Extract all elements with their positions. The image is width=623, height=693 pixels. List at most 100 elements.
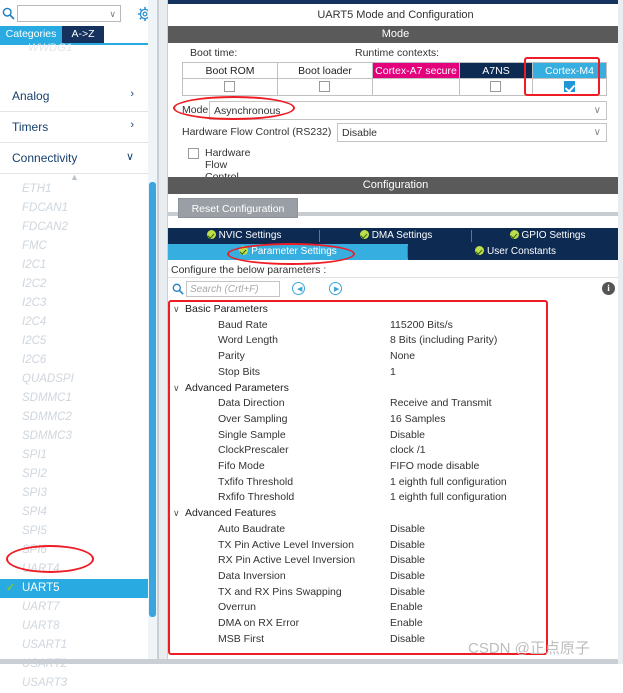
nav-next-glyph: ▶ xyxy=(334,286,340,293)
tab-categories[interactable]: Categories xyxy=(0,26,62,43)
peripheral-label: SPI2 xyxy=(22,468,47,480)
tab-label: DMA Settings xyxy=(371,230,433,241)
peripheral-item-sdmmc3[interactable]: SDMMC3 xyxy=(0,427,150,446)
hw-flow-rs232-select[interactable]: Disable ∨ xyxy=(337,123,607,142)
category-connectivity[interactable]: Connectivity ∨ xyxy=(0,143,150,174)
peripheral-item-sdmmc1[interactable]: SDMMC1 xyxy=(0,389,150,408)
context-column-a7ns: A7NS xyxy=(460,63,533,95)
context-column-cortex-a7-secure: Cortex-A7 secure xyxy=(373,63,460,95)
chevron-right-icon: › xyxy=(130,88,134,100)
search-icon xyxy=(2,7,15,20)
hw-flow-rs232-row: Hardware Flow Control (RS232) Disable ∨ xyxy=(182,123,607,142)
category-analog[interactable]: Analog › xyxy=(0,81,150,112)
peripheral-item-i2c3[interactable]: I2C3 xyxy=(0,294,150,313)
sidebar-tabs: Categories A->Z xyxy=(0,26,158,43)
peripheral-item-spi2[interactable]: SPI2 xyxy=(0,465,150,484)
settings-tabs-row-1: NVIC Settings DMA Settings GPIO Settings xyxy=(168,228,623,244)
peripheral-label: FDCAN1 xyxy=(22,202,69,214)
context-checkbox-boot-rom[interactable] xyxy=(224,81,235,92)
peripheral-label: UART8 xyxy=(22,620,60,632)
context-header: Boot loader xyxy=(278,63,372,79)
context-cell xyxy=(460,79,532,95)
peripheral-item-usart1[interactable]: USART1 xyxy=(0,636,150,655)
peripheral-item-i2c5[interactable]: I2C5 xyxy=(0,332,150,351)
hw-flow-rs485-checkbox[interactable] xyxy=(188,148,199,159)
peripheral-label: SPI3 xyxy=(22,487,47,499)
check-circle-icon xyxy=(509,230,519,239)
annotation-parameter-settings-tab xyxy=(227,243,355,265)
hw-flow-rs232-value: Disable xyxy=(342,127,378,139)
tab-dma-settings[interactable]: DMA Settings xyxy=(320,228,472,244)
tab-label: NVIC Settings xyxy=(218,230,282,241)
nav-prev-glyph: ◀ xyxy=(297,286,303,293)
ghost-scrolled-item: WWDG1 xyxy=(28,42,73,54)
chevron-down-icon[interactable]: ∨ xyxy=(109,9,116,20)
tab-user-constants[interactable]: User Constants xyxy=(408,244,623,260)
chevron-down-icon: ∨ xyxy=(593,127,601,138)
parameter-search-input[interactable]: Search (Crtl+F) xyxy=(186,281,280,297)
hw-flow-rs232-label: Hardware Flow Control (RS232) xyxy=(182,126,332,138)
peripheral-label: I2C4 xyxy=(22,316,47,328)
peripheral-label: SPI1 xyxy=(22,449,47,461)
peripheral-item-eth1[interactable]: ETH1 xyxy=(0,180,150,199)
peripheral-label: I2C5 xyxy=(22,335,47,347)
peripheral-item-fdcan1[interactable]: FDCAN1 xyxy=(0,199,150,218)
sidebar-search-input[interactable]: ∨ xyxy=(17,5,121,22)
peripheral-item-sdmmc2[interactable]: SDMMC2 xyxy=(0,408,150,427)
search-icon xyxy=(172,283,184,298)
peripheral-label: SDMMC1 xyxy=(22,392,72,404)
peripheral-label: QUADSPI xyxy=(22,373,74,385)
peripheral-label: I2C1 xyxy=(22,259,47,271)
peripheral-item-i2c2[interactable]: I2C2 xyxy=(0,275,150,294)
peripheral-item-uart8[interactable]: UART8 xyxy=(0,617,150,636)
peripheral-item-i2c1[interactable]: I2C1 xyxy=(0,256,150,275)
peripheral-item-usart2[interactable]: USART2 xyxy=(0,655,150,674)
parameter-search-row: Search (Crtl+F) ◀ ▶ i xyxy=(168,280,623,300)
sidebar-scrollbar-thumb[interactable] xyxy=(149,182,156,617)
bottom-edge xyxy=(0,659,623,664)
configure-note: Configure the below parameters : xyxy=(168,262,623,278)
peripheral-label: I2C6 xyxy=(22,354,47,366)
boot-time-label: Boot time: xyxy=(190,47,238,59)
page-title: UART5 Mode and Configuration xyxy=(168,4,623,27)
peripheral-label: FMC xyxy=(22,240,47,252)
category-timers[interactable]: Timers › xyxy=(0,112,150,143)
peripheral-label: USART1 xyxy=(22,639,68,651)
info-icon[interactable]: i xyxy=(602,282,615,295)
mode-section-header: Mode xyxy=(168,26,623,43)
tab-label: User Constants xyxy=(487,246,556,257)
tab-label: GPIO Settings xyxy=(521,230,586,241)
peripheral-item-spi4[interactable]: SPI4 xyxy=(0,503,150,522)
context-column-boot-loader: Boot loader xyxy=(278,63,373,95)
tab-gpio-settings[interactable]: GPIO Settings xyxy=(472,228,623,244)
peripheral-item-spi3[interactable]: SPI3 xyxy=(0,484,150,503)
peripheral-item-quadspi[interactable]: QUADSPI xyxy=(0,370,150,389)
chevron-right-circle-icon[interactable]: ▶ xyxy=(329,282,342,295)
sidebar-tab-underline xyxy=(0,43,150,45)
watermark: CSDN @正点原子 xyxy=(468,640,590,657)
context-checkbox-boot-loader[interactable] xyxy=(319,81,330,92)
context-cell xyxy=(373,79,459,95)
runtime-contexts-label: Runtime contexts: xyxy=(355,47,440,59)
parameter-search-placeholder: Search (Crtl+F) xyxy=(190,284,259,295)
context-checkbox-a7ns[interactable] xyxy=(490,81,501,92)
chevron-left-circle-icon[interactable]: ◀ xyxy=(292,282,305,295)
peripheral-item-uart5[interactable]: ✓ UART5 xyxy=(0,579,150,598)
peripheral-label: SPI5 xyxy=(22,525,47,537)
peripheral-item-spi5[interactable]: SPI5 xyxy=(0,522,150,541)
peripheral-item-usart3[interactable]: USART3 xyxy=(0,674,150,693)
context-header: Boot ROM xyxy=(183,63,277,79)
peripheral-item-fdcan2[interactable]: FDCAN2 xyxy=(0,218,150,237)
peripheral-item-uart7[interactable]: UART7 xyxy=(0,598,150,617)
reset-configuration-button[interactable]: Reset Configuration xyxy=(178,198,298,218)
tab-a-to-z[interactable]: A->Z xyxy=(62,26,104,43)
peripheral-item-spi1[interactable]: SPI1 xyxy=(0,446,150,465)
context-header: Cortex-A7 secure xyxy=(373,63,459,79)
peripheral-item-fmc[interactable]: FMC xyxy=(0,237,150,256)
peripheral-label: SPI4 xyxy=(22,506,47,518)
peripheral-item-i2c6[interactable]: I2C6 xyxy=(0,351,150,370)
check-circle-icon xyxy=(475,246,485,255)
peripheral-label: ETH1 xyxy=(22,183,52,195)
peripheral-item-i2c4[interactable]: I2C4 xyxy=(0,313,150,332)
tab-nvic-settings[interactable]: NVIC Settings xyxy=(168,228,320,244)
